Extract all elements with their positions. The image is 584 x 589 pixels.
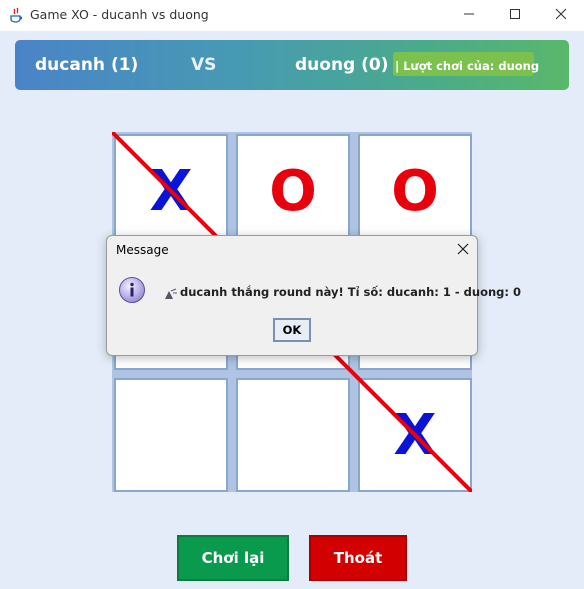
board-cell[interactable]: X: [358, 378, 472, 492]
dialog-message: ducanh thắng round này! Tỉ số: ducanh: 1…: [180, 285, 521, 299]
dialog-titlebar: Message: [107, 236, 477, 265]
ok-button[interactable]: OK: [273, 318, 311, 342]
close-icon: [457, 243, 469, 255]
window-titlebar: Game XO - ducanh vs duong: [0, 0, 584, 31]
turn-label: | Lượt chơi của: duong: [395, 59, 540, 73]
dialog-close-button[interactable]: [457, 240, 469, 259]
player2-score: duong (0): [295, 55, 389, 75]
celebration-icon: [164, 285, 178, 299]
info-icon: [118, 276, 146, 304]
window-title: Game XO - ducanh vs duong: [30, 7, 209, 22]
exit-button[interactable]: Thoát: [309, 535, 407, 581]
close-window-button[interactable]: [538, 0, 584, 31]
maximize-button[interactable]: [492, 0, 538, 31]
minimize-icon: [463, 8, 475, 24]
maximize-icon: [509, 8, 521, 24]
player1-score: ducanh (1): [35, 55, 139, 75]
vs-label: VS: [191, 55, 217, 75]
board-cell[interactable]: [236, 378, 350, 492]
java-app-icon: [8, 7, 24, 23]
replay-button[interactable]: Chơi lại: [177, 535, 289, 581]
board-cell[interactable]: O: [358, 134, 472, 248]
minimize-button[interactable]: [446, 0, 492, 31]
board-cell[interactable]: [114, 378, 228, 492]
board-cell[interactable]: O: [236, 134, 350, 248]
close-icon: [555, 8, 567, 24]
board-cell[interactable]: X: [114, 134, 228, 248]
message-dialog: Message ducanh thắng round này! Tỉ số: d…: [106, 235, 521, 356]
score-header: ducanh (1) VS duong (0) | Lượt chơi của:…: [15, 40, 569, 90]
dialog-title: Message: [116, 243, 169, 257]
